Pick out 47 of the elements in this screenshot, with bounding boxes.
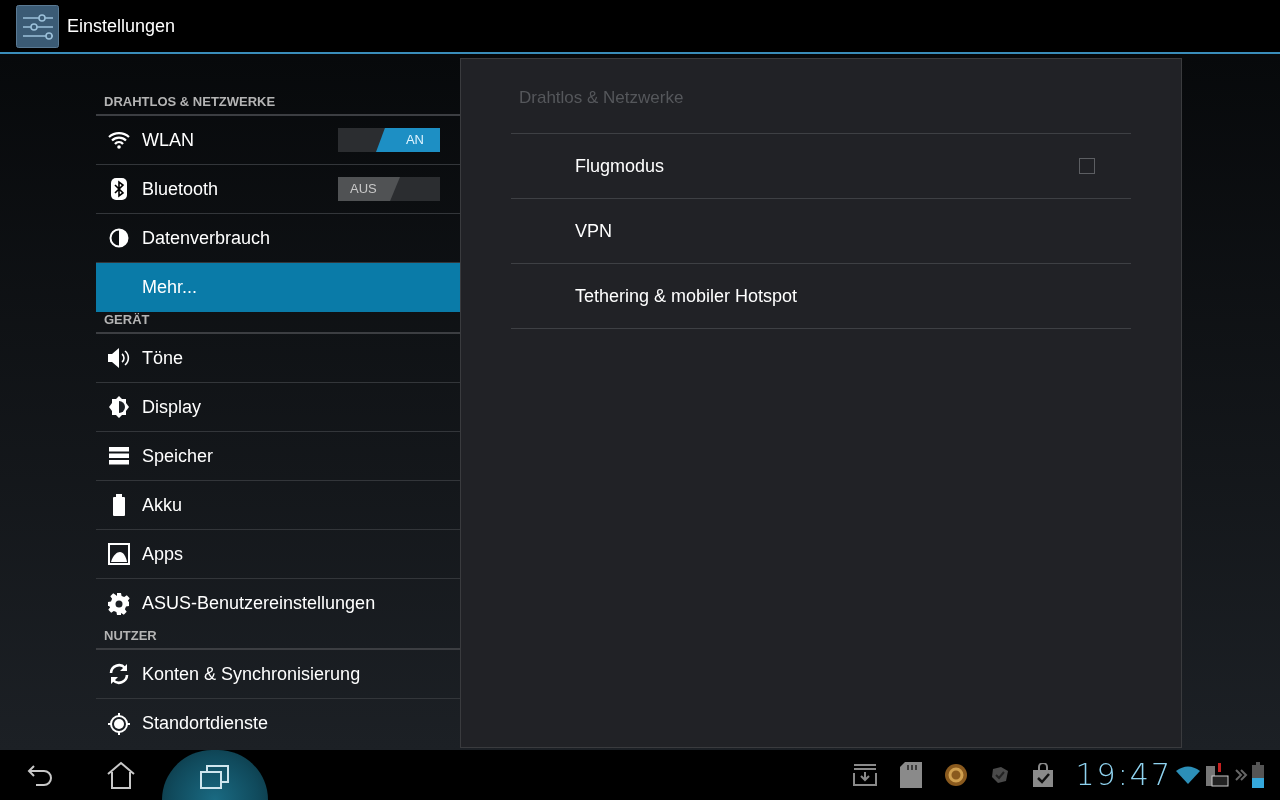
clock-time: 19:47 bbox=[1075, 760, 1172, 790]
sliders-icon[interactable] bbox=[16, 4, 59, 48]
sd-card-icon[interactable] bbox=[899, 762, 922, 788]
sync-icon bbox=[108, 663, 130, 685]
toggle-label: AN bbox=[405, 132, 424, 148]
location-icon bbox=[108, 712, 130, 735]
wifi-icon bbox=[108, 131, 130, 149]
settings-menu-item[interactable]: Apps bbox=[96, 530, 460, 579]
settings-icon bbox=[108, 592, 130, 615]
shield-check-icon[interactable] bbox=[989, 765, 1010, 785]
settings-menu-item[interactable]: ASUS-Benutzereinstellungen bbox=[96, 579, 460, 628]
settings-menu-item[interactable]: Mehr... bbox=[96, 263, 460, 312]
section-header: DRAHTLOS & NETZWERKE bbox=[96, 94, 460, 116]
home-icon[interactable] bbox=[106, 761, 136, 789]
settings-menu-item[interactable]: WLAN AN bbox=[96, 116, 460, 165]
settings-list-item[interactable]: Flugmodus bbox=[511, 134, 1131, 199]
battery-icon bbox=[112, 494, 126, 516]
settings-list-item[interactable]: VPN bbox=[511, 199, 1131, 264]
section-header: NUTZER bbox=[96, 628, 460, 650]
battery-icon bbox=[1252, 762, 1264, 788]
wifi-icon bbox=[1176, 766, 1200, 784]
settings-menu-item[interactable]: Bluetooth AUS bbox=[96, 165, 460, 214]
speaker-icon bbox=[107, 347, 131, 369]
settings-menu-item[interactable]: Konten & Synchronisierung bbox=[96, 650, 460, 699]
download-tray-icon[interactable] bbox=[851, 763, 878, 787]
round-app-icon[interactable] bbox=[943, 763, 968, 787]
settings-menu-item[interactable]: Speicher bbox=[96, 432, 460, 481]
settings-menu-item[interactable]: Standortdienste bbox=[96, 699, 460, 748]
toggle-label: AUS bbox=[350, 181, 377, 197]
shopping-bag-icon[interactable] bbox=[1031, 763, 1054, 787]
checkbox[interactable] bbox=[1079, 158, 1095, 174]
section-header: GERÄT bbox=[96, 312, 460, 334]
storage-icon bbox=[109, 447, 129, 465]
recent-apps-icon bbox=[200, 764, 230, 790]
settings-menu-item[interactable]: Töne bbox=[96, 334, 460, 383]
settings-menu-item[interactable]: Display bbox=[96, 383, 460, 432]
window-title: Einstellungen bbox=[67, 14, 176, 38]
apps-icon bbox=[108, 543, 130, 565]
chevrons-icon bbox=[1234, 768, 1248, 782]
bluetooth-icon bbox=[111, 178, 127, 200]
toggle-switch[interactable]: AUS bbox=[338, 177, 440, 201]
brightness-icon bbox=[108, 396, 130, 418]
back-icon[interactable] bbox=[26, 763, 54, 787]
pie-chart-icon bbox=[109, 228, 129, 248]
settings-menu-item[interactable]: Akku bbox=[96, 481, 460, 530]
settings-list-item[interactable]: Tethering & mobiler Hotspot bbox=[511, 264, 1131, 329]
keyboard-alert-icon bbox=[1204, 762, 1230, 788]
